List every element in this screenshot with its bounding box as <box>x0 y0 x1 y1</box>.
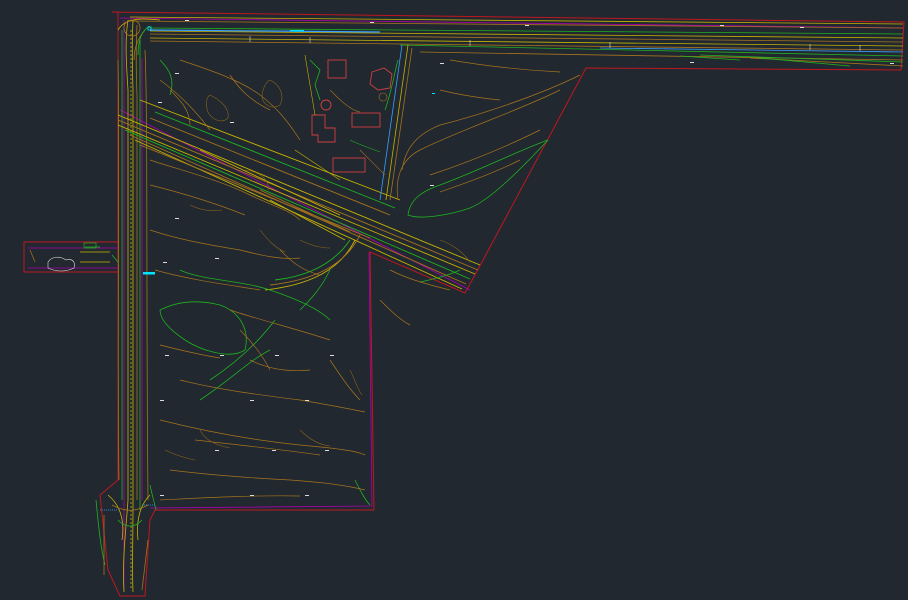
right-of-way-lines <box>28 17 904 590</box>
diagonal-highway <box>117 99 481 290</box>
building-footprints <box>311 59 393 173</box>
green-tree-lines <box>85 55 851 566</box>
vertical-road-edges <box>117 19 149 593</box>
contour-lines <box>149 59 581 501</box>
ramp-curves <box>264 234 361 291</box>
cad-model-space[interactable] <box>0 0 908 600</box>
spot-labels <box>158 20 894 496</box>
site-plan-drawing <box>23 11 905 597</box>
parcel-details <box>294 54 388 181</box>
highway-edges <box>129 16 904 67</box>
cyan-markers <box>143 26 304 275</box>
